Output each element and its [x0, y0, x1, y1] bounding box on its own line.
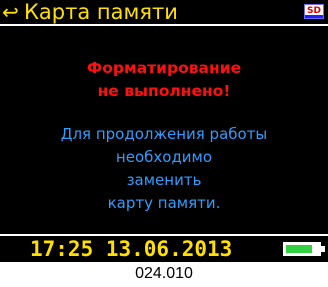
sd-card-stripe [305, 15, 323, 18]
title-bar: ↩ Карта памяти SD [0, 0, 328, 26]
screen-title: Карта памяти [24, 0, 178, 24]
info-text-line-3: заменить [126, 171, 202, 189]
error-title-line-2: не выполнено! [97, 82, 231, 100]
battery-icon [283, 242, 325, 256]
status-bar: 17:25 13.06.2013 [0, 234, 328, 262]
battery-tip [321, 246, 325, 252]
info-text-line-2: необходимо [115, 148, 213, 166]
device-screen: ↩ Карта памяти SD Форматирование не выпо… [0, 0, 328, 262]
sd-card-icon: SD [304, 4, 324, 19]
info-text-line-4: карту памяти. [107, 194, 221, 212]
datetime-display: 17:25 13.06.2013 [30, 237, 233, 261]
error-title-line-1: Форматирование [86, 59, 242, 77]
figure-caption: 024.010 [135, 265, 193, 282]
back-arrow-icon[interactable]: ↩ [2, 1, 19, 23]
battery-fill [286, 245, 312, 253]
info-text-line-1: Для продолжения работы [60, 125, 268, 143]
